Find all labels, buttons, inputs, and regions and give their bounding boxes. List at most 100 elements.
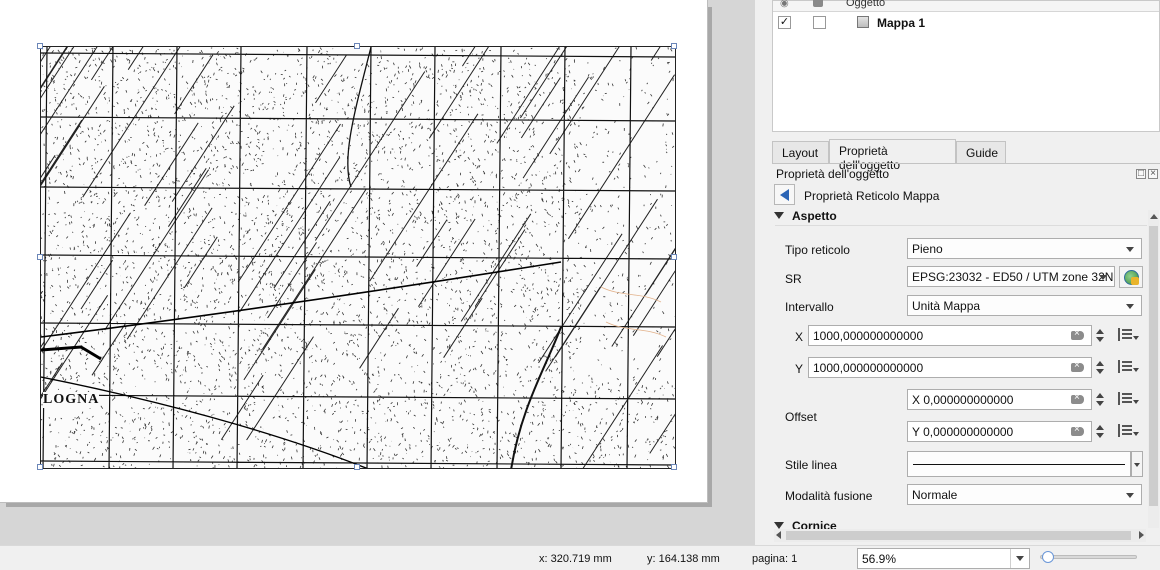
tab-divider [772,163,1160,164]
data-defined-icon [1118,392,1132,405]
section-aspetto-body: Tipo reticolo Pieno SR EPSG:23032 - ED50… [775,225,1147,517]
data-defined-icon [1118,424,1132,437]
section-aspetto-label: Aspetto [792,209,837,223]
interval-x-value: 1000,000000000000 [813,329,924,343]
map-item[interactable]: LOGNA [40,46,676,469]
cursor-x-coordinate: x: 320.719 mm [539,553,612,565]
column-header-oggetto: Oggetto [846,0,886,9]
zoom-slider[interactable] [1040,555,1137,559]
intervallo-value: Unità Mappa [912,299,981,313]
data-defined-override-button[interactable] [1116,357,1140,378]
line-style-menu-button[interactable] [1131,451,1143,477]
lock-checkbox[interactable] [813,16,826,29]
data-defined-override-button[interactable] [1116,421,1140,442]
offset-x-stepper[interactable] [1093,389,1107,410]
tipo-reticolo-label: Tipo reticolo [785,243,850,257]
chevron-down-icon [1126,493,1134,498]
sr-value: EPSG:23032 - ED50 / UTM zone 32N [912,270,1114,284]
section-cornice-label: Cornice [792,519,837,529]
data-defined-icon [1118,328,1132,341]
tipo-reticolo-select[interactable]: Pieno [907,238,1142,259]
tab-proprieta-oggetto[interactable]: Proprietà dell'oggetto [829,139,956,172]
crs-selector-button[interactable] [1119,266,1143,288]
data-defined-override-button[interactable] [1116,389,1140,410]
zoom-select[interactable]: 56.9% [857,548,1030,569]
float-icon[interactable]: □ [1136,169,1146,179]
selection-handle-br[interactable] [671,464,677,470]
clear-icon[interactable] [1071,392,1084,404]
interval-x-stepper[interactable] [1093,325,1107,346]
map-item-icon [857,16,869,28]
panel-subtitle: Proprietà Reticolo Mappa [804,189,940,203]
data-defined-override-button[interactable] [1116,325,1140,346]
selection-handle-mr[interactable] [671,254,677,260]
offset-y-stepper[interactable] [1093,421,1107,442]
sr-select[interactable]: EPSG:23032 - ED50 / UTM zone 32N [907,266,1115,287]
visibility-checkbox[interactable]: ✓ [778,16,791,29]
eye-icon: ◉ [780,0,789,9]
collapse-triangle-icon [774,522,784,529]
tab-layout[interactable]: Layout [772,141,829,163]
selection-handle-tl[interactable] [37,43,43,49]
map-label-city: LOGNA [43,392,100,408]
tipo-reticolo-value: Pieno [912,242,943,256]
interval-y-value: 1000,000000000000 [813,361,924,375]
interval-x-label: X [795,330,804,344]
clear-icon[interactable] [1071,424,1084,436]
intervallo-select[interactable]: Unità Mappa [907,295,1142,316]
layout-page[interactable]: LOGNA [0,0,708,503]
line-style-button[interactable] [907,451,1131,477]
section-cornice-header[interactable]: Cornice [774,519,837,529]
tab-guide[interactable]: Guide [956,141,1006,163]
selection-handle-bm[interactable] [354,464,360,470]
chevron-down-icon [1126,247,1134,252]
dock-tabs: Layout Proprietà dell'oggetto Guide [772,139,1160,172]
interval-y-input[interactable]: 1000,000000000000 [808,357,1092,378]
items-header: ◉ Oggetto [773,0,1159,12]
sr-label: SR [785,272,802,286]
offset-y-input[interactable]: Y 0,000000000000 [907,421,1092,442]
stile-linea-label: Stile linea [785,458,838,472]
interval-y-stepper[interactable] [1093,357,1107,378]
interval-y-label: Y [795,362,804,376]
blend-mode-value: Normale [912,488,958,502]
panel-title: Proprietà dell'oggetto [776,167,890,181]
chevron-down-icon [1099,275,1107,280]
close-icon[interactable]: × [1148,169,1158,179]
list-item[interactable]: ✓ Mappa 1 [773,13,1159,33]
selection-handle-bl[interactable] [37,464,43,470]
horizontal-scroll-thumb[interactable] [786,531,1131,540]
section-aspetto-header[interactable]: Aspetto [774,209,837,223]
vertical-scrollbar[interactable] [1148,210,1159,528]
data-defined-icon [1118,360,1132,373]
vertical-scroll-thumb[interactable] [1149,226,1158,506]
panel-window-buttons: □ × [1134,168,1158,179]
horizontal-scrollbar[interactable] [774,529,1146,542]
page-indicator: pagina: 1 [752,553,798,565]
items-panel: ◉ Oggetto ✓ Mappa 1 [772,0,1160,132]
chevron-down-icon [1016,556,1024,561]
interval-x-input[interactable]: 1000,000000000000 [808,325,1092,346]
intervallo-label: Intervallo [785,300,834,314]
offset-x-value: X 0,000000000000 [912,393,1014,407]
offset-y-value: Y 0,000000000000 [912,425,1014,439]
cursor-y-coordinate: y: 164.138 mm [647,553,720,565]
offset-label: Offset [785,410,817,424]
clear-icon[interactable] [1071,328,1084,340]
item-name: Mappa 1 [877,16,926,30]
selection-handle-tm[interactable] [354,43,360,49]
layout-canvas[interactable]: LOGNA [0,0,755,545]
selection-handle-tr[interactable] [671,43,677,49]
clear-icon[interactable] [1071,360,1084,372]
status-bar: x: 320.719 mm y: 164.138 mm pagina: 1 56… [0,545,1160,570]
collapse-triangle-icon [774,212,784,219]
chevron-down-icon [1126,304,1134,309]
offset-x-input[interactable]: X 0,000000000000 [907,389,1092,410]
back-button[interactable] [774,184,795,205]
right-dock: ◉ Oggetto ✓ Mappa 1 Layout Proprietà del… [765,0,1160,545]
historical-map-image [41,47,675,468]
zoom-slider-handle[interactable] [1042,551,1054,563]
lock-icon [813,0,823,7]
selection-handle-ml[interactable] [37,254,43,260]
blend-mode-select[interactable]: Normale [907,484,1142,505]
